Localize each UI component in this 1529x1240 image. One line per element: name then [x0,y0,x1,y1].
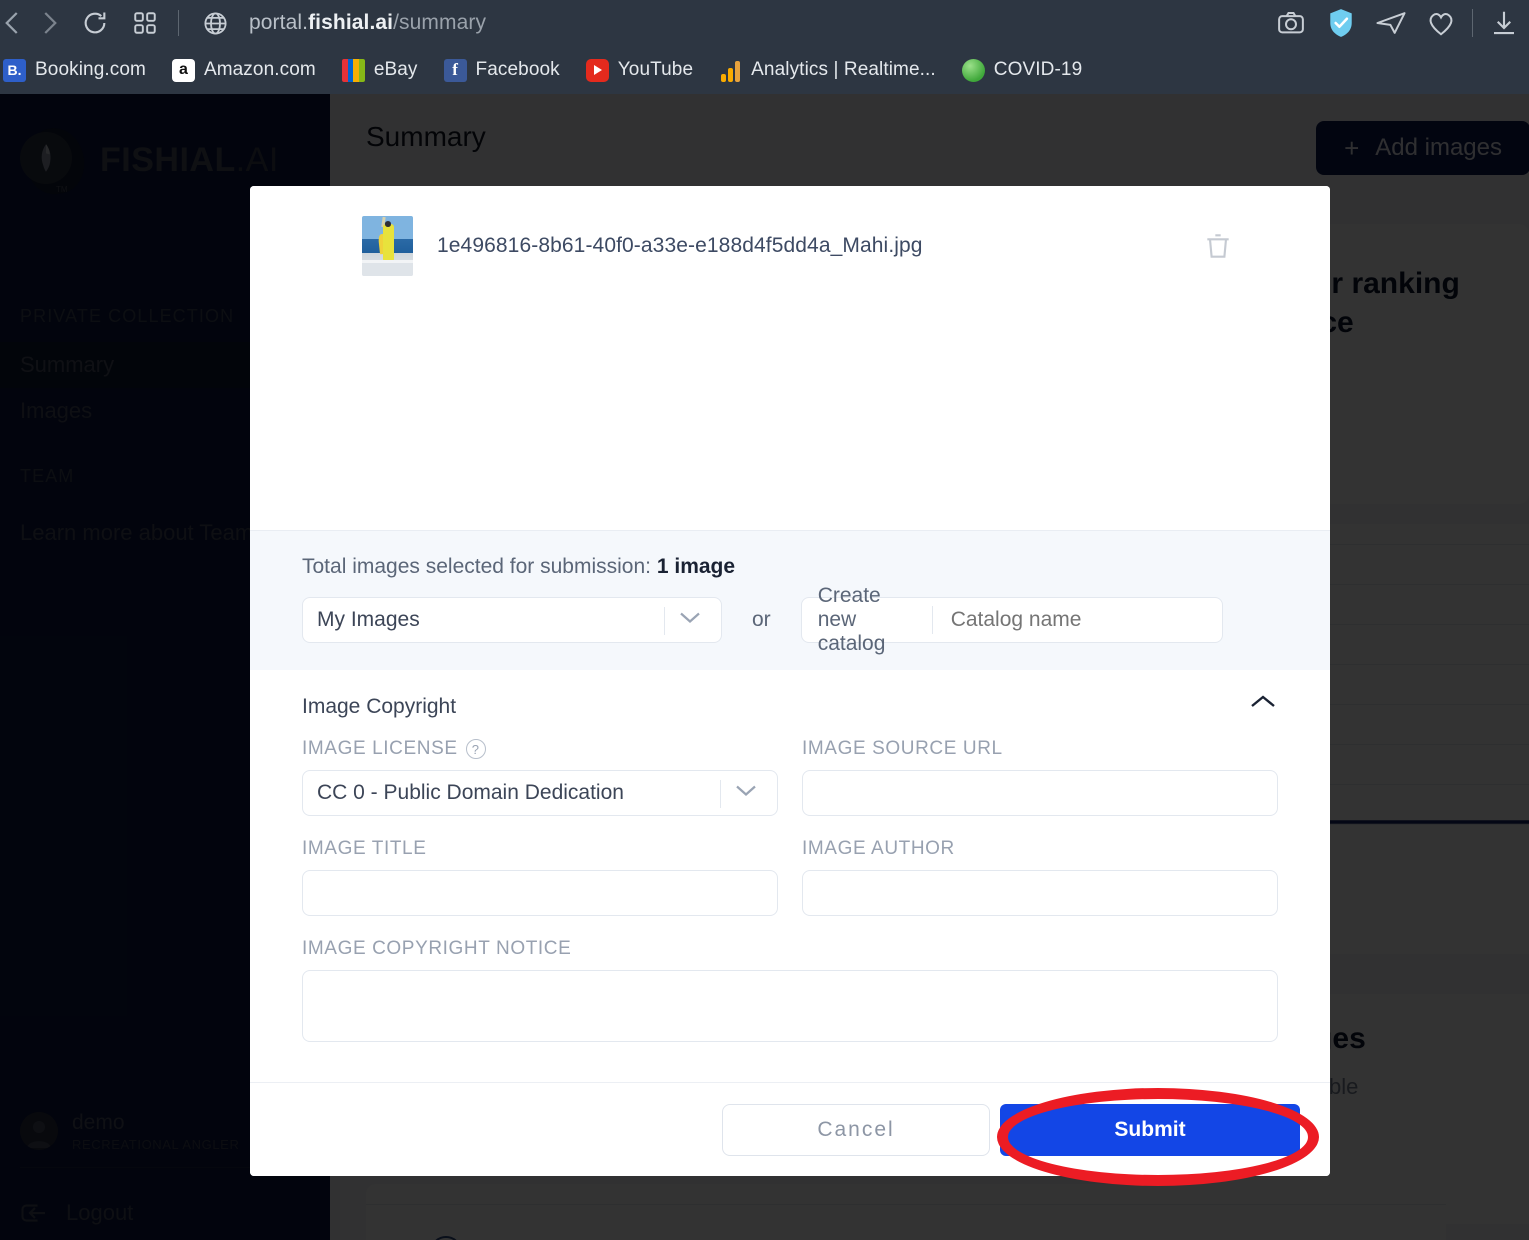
image-license-label: IMAGE LICENSE ? [302,738,778,760]
total-images-prefix: Total images selected for submission: [302,555,651,578]
facebook-favicon: f [444,59,467,82]
image-copyright-notice-group: IMAGE COPYRIGHT NOTICE [302,938,1278,1042]
trash-icon[interactable] [1202,230,1234,262]
bookmark-label: Amazon.com [204,59,316,81]
catalog-selection-section: Total images selected for submission: 1 … [250,530,1330,670]
globe-icon[interactable] [198,6,232,40]
bookmark-label: YouTube [618,59,693,81]
url-path: /summary [393,11,486,34]
amazon-favicon: a [172,59,195,82]
url-domain: fishial.ai [308,11,393,34]
bookmark-covid[interactable]: COVID-19 [949,47,1095,93]
bookmark-label: COVID-19 [994,59,1082,81]
camera-icon[interactable] [1275,7,1307,39]
back-arrow-icon[interactable] [0,6,30,40]
copyright-section-title: Image Copyright [302,695,456,719]
image-author-group: IMAGE AUTHOR [802,838,1278,916]
youtube-favicon [586,59,609,82]
image-title-label: IMAGE TITLE [302,838,778,860]
send-icon[interactable] [1375,7,1407,39]
image-license-group: IMAGE LICENSE ? CC 0 - Public Domain Ded… [302,738,778,816]
upload-images-modal: 1e496816-8b61-40f0-a33e-e188d4f5dd4a_Mah… [250,186,1330,1176]
booking-favicon: B. [3,59,26,82]
image-copyright-section: Image Copyright IMAGE LICENSE ? CC 0 - P… [250,670,1330,1082]
covid-favicon [962,59,985,82]
selected-files-list: 1e496816-8b61-40f0-a33e-e188d4f5dd4a_Mah… [250,186,1330,530]
bookmark-label: eBay [374,59,418,81]
chrome-separator-right [1472,9,1473,37]
image-source-url-input[interactable] [803,771,1277,815]
trash-icon-glyph [1202,230,1234,262]
image-copyright-notice-input[interactable] [303,971,1277,1041]
facebook-favicon-mark: f [452,60,458,80]
booking-favicon-mark: B. [8,62,22,78]
apps-grid-icon[interactable] [128,6,162,40]
help-circle-icon[interactable]: ? [466,739,486,759]
create-new-catalog-field[interactable]: Create new catalog [801,597,1223,643]
url-prefix: portal. [249,11,308,34]
copyright-header[interactable]: Image Copyright [302,692,1278,722]
image-source-url-field[interactable] [802,770,1278,816]
image-source-url-label: IMAGE SOURCE URL [802,738,1278,760]
image-license-value: CC 0 - Public Domain Dedication [303,781,624,805]
bookmarks-bar: B. Booking.com a Amazon.com eBay f Faceb… [0,46,1529,94]
bookmark-analytics[interactable]: Analytics | Realtime... [706,47,949,93]
bookmark-booking[interactable]: B. Booking.com [0,47,159,93]
browser-toolbar-right [1266,0,1529,46]
chevron-up-icon[interactable] [1248,692,1278,722]
image-license-select[interactable]: CC 0 - Public Domain Dedication [302,770,778,816]
chrome-separator [178,10,179,36]
heart-icon[interactable] [1425,7,1457,39]
bookmark-facebook[interactable]: f Facebook [431,47,573,93]
image-author-label: IMAGE AUTHOR [802,838,1278,860]
bookmark-label: Facebook [476,59,560,81]
screenshot-root: TM FISHIAL.AI PRIVATE COLLECTION Summary… [0,0,1529,1240]
ebay-favicon [342,59,365,82]
shield-check-icon[interactable] [1325,7,1357,39]
file-thumbnail [362,216,413,276]
total-images-text: Total images selected for submission: 1 … [302,555,1278,579]
bookmark-ebay[interactable]: eBay [329,47,431,93]
bookmark-youtube[interactable]: YouTube [573,47,706,93]
image-license-label-text: IMAGE LICENSE [302,738,458,760]
submit-button[interactable]: Submit [1000,1104,1300,1156]
image-copyright-notice-field[interactable] [302,970,1278,1042]
chevron-down-icon [679,611,701,630]
image-source-url-group: IMAGE SOURCE URL [802,738,1278,816]
bookmark-label: Booking.com [35,59,146,81]
image-title-field[interactable] [302,870,778,916]
catalog-select[interactable]: My Images [302,597,722,643]
image-title-group: IMAGE TITLE [302,838,778,916]
analytics-favicon [719,59,742,82]
browser-chrome: portal.fishial.ai/summary [0,0,1529,94]
create-new-catalog-label: Create new catalog [802,584,914,656]
image-author-input[interactable] [803,871,1277,915]
download-icon[interactable] [1488,7,1520,39]
catalog-name-input[interactable] [951,608,1222,632]
bookmark-label: Analytics | Realtime... [751,59,936,81]
catalog-select-value: My Images [303,608,420,632]
image-author-field[interactable] [802,870,1278,916]
image-copyright-notice-label: IMAGE COPYRIGHT NOTICE [302,938,1278,960]
forward-arrow-icon[interactable] [32,6,66,40]
browser-nav-bar: portal.fishial.ai/summary [0,0,1529,46]
address-bar[interactable]: portal.fishial.ai/summary [249,11,486,35]
chevron-down-icon [735,784,757,803]
cancel-button[interactable]: Cancel [722,1104,990,1156]
image-title-input[interactable] [303,871,777,915]
reload-icon[interactable] [78,6,112,40]
or-label: or [752,608,771,632]
catalog-row: My Images or Create new catalog [302,597,1278,643]
file-row: 1e496816-8b61-40f0-a33e-e188d4f5dd4a_Mah… [250,216,1330,276]
file-name: 1e496816-8b61-40f0-a33e-e188d4f5dd4a_Mah… [437,234,923,258]
new-catalog-divider [932,606,933,634]
select-divider [664,607,665,635]
total-images-value: 1 image [657,555,735,578]
modal-footer: Cancel Submit [250,1082,1330,1176]
amazon-favicon-mark: a [179,62,188,78]
bookmark-amazon[interactable]: a Amazon.com [159,47,329,93]
